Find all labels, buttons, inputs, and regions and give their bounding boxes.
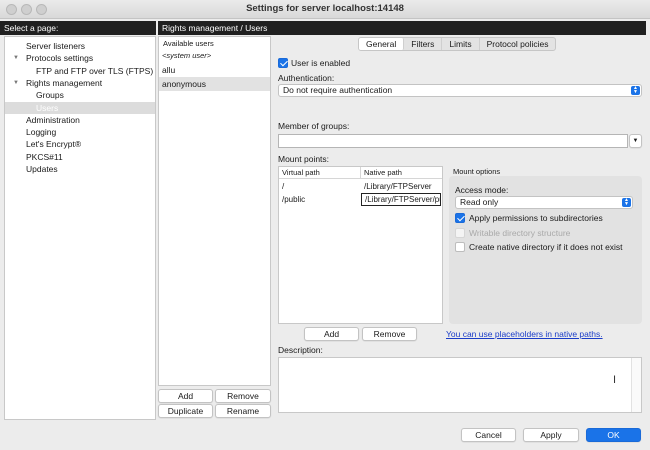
user-enabled-checkbox[interactable] bbox=[278, 58, 288, 68]
access-mode-label: Access mode: bbox=[455, 185, 509, 195]
tree-item-label: Groups bbox=[36, 90, 64, 101]
access-mode-select[interactable]: Read only ▲ ▼ bbox=[455, 196, 633, 209]
cancel-button[interactable]: Cancel bbox=[461, 428, 516, 442]
rights-users-header: Rights management / Users bbox=[158, 21, 646, 35]
tree-item-users[interactable]: Users bbox=[5, 101, 155, 114]
window-title: Settings for server localhost:14148 bbox=[246, 3, 404, 14]
groups-dropdown-button[interactable]: ▼ bbox=[629, 134, 642, 148]
tree-item-logging[interactable]: Logging bbox=[5, 126, 155, 138]
tree-item-label: Rights management bbox=[26, 77, 103, 88]
mount-row-2-virtual[interactable]: /public bbox=[279, 193, 361, 206]
mount-points-label: Mount points: bbox=[278, 154, 330, 164]
rename-user-button[interactable]: Rename bbox=[215, 404, 271, 418]
mount-row-2-native-editor[interactable]: /Library/FTPServer/public bbox=[361, 193, 441, 206]
add-mount-button[interactable]: Add bbox=[304, 327, 359, 341]
tree-item-label: Updates bbox=[26, 164, 58, 174]
tree-item-label: PKCS#11 bbox=[26, 151, 63, 162]
create-native-label: Create native directory if it does not e… bbox=[469, 242, 623, 252]
writable-structure-label: Writable directory structure bbox=[469, 228, 571, 238]
window-titlebar: Settings for server localhost:14148 bbox=[0, 0, 650, 19]
description-textarea[interactable]: I bbox=[278, 357, 642, 413]
tab-protocol-policies[interactable]: Protocol policies bbox=[480, 38, 556, 50]
mount-options-panel: Access mode: Read only ▲ ▼ Apply permissi… bbox=[449, 176, 642, 324]
tree-item-label: Let's Encrypt® bbox=[26, 139, 82, 150]
authentication-select[interactable]: Do not require authentication ▲ ▼ bbox=[278, 84, 642, 97]
user-settings-tabs: General Filters Limits Protocol policies bbox=[358, 37, 557, 51]
tree-item-label: FTP and FTP over TLS (FTPS) bbox=[36, 65, 154, 76]
create-native-checkbox[interactable] bbox=[455, 242, 465, 252]
user-list-item[interactable]: allu bbox=[159, 63, 270, 77]
text-cursor-icon: I bbox=[613, 374, 617, 386]
expand-arrow-icon[interactable]: ▼ bbox=[13, 77, 19, 89]
tab-filters[interactable]: Filters bbox=[404, 38, 443, 50]
select-arrows-icon: ▲ ▼ bbox=[622, 198, 631, 207]
page-tree[interactable]: Server listeners ▼ Protocols settings FTP a… bbox=[4, 36, 156, 420]
tree-item-label: Server listeners bbox=[26, 41, 86, 51]
chevron-down-icon: ▼ bbox=[632, 138, 639, 144]
available-users-list[interactable]: Available users <system user> allu anonymo… bbox=[158, 36, 271, 386]
column-header-virtual-path[interactable]: Virtual path bbox=[279, 167, 361, 179]
tree-item-label: Protocols settings bbox=[26, 53, 94, 64]
tree-item-label: Logging bbox=[26, 127, 57, 138]
apply-permissions-label: Apply permissions to subdirectories bbox=[469, 213, 603, 223]
writable-structure-checkbox[interactable] bbox=[455, 228, 465, 238]
tree-item-label: Administration bbox=[26, 114, 80, 125]
mount-options-title: Mount options bbox=[453, 167, 501, 176]
user-list-item[interactable]: <system user> bbox=[159, 49, 270, 63]
available-users-header: Available users bbox=[163, 39, 214, 48]
description-label: Description: bbox=[278, 345, 323, 355]
apply-button[interactable]: Apply bbox=[523, 428, 579, 442]
tree-item-pkcs-11[interactable]: PKCS#11 bbox=[5, 151, 155, 163]
tree-item-groups[interactable]: Groups bbox=[5, 89, 155, 101]
authentication-label: Authentication: bbox=[278, 73, 335, 83]
access-mode-value: Read only bbox=[460, 197, 499, 207]
user-list-item[interactable]: anonymous bbox=[159, 77, 270, 91]
placeholders-link[interactable]: You can use placeholders in native paths… bbox=[446, 329, 603, 339]
description-scrollbar[interactable] bbox=[631, 358, 641, 412]
tree-item-label: Users bbox=[36, 102, 59, 113]
mount-row-1-native[interactable]: /Library/FTPServer bbox=[361, 180, 442, 193]
select-arrows-icon: ▲ ▼ bbox=[631, 86, 640, 95]
authentication-value: Do not require authentication bbox=[283, 85, 393, 95]
duplicate-user-button[interactable]: Duplicate bbox=[158, 404, 213, 418]
expand-arrow-icon[interactable]: ▼ bbox=[13, 52, 19, 64]
apply-permissions-checkbox[interactable] bbox=[455, 213, 465, 223]
tree-item-administration[interactable]: Administration bbox=[5, 114, 155, 126]
member-of-groups-input[interactable] bbox=[278, 134, 628, 148]
tree-item-let-s-encrypt[interactable]: Let's Encrypt® bbox=[5, 138, 155, 150]
select-page-header: Select a page: bbox=[0, 21, 156, 35]
user-enabled-label: User is enabled bbox=[291, 58, 351, 68]
ok-button[interactable]: OK bbox=[586, 428, 641, 442]
mount-points-table[interactable]: Virtual path Native path / /Library/FTPS… bbox=[278, 166, 443, 324]
add-user-button[interactable]: Add bbox=[158, 389, 213, 403]
tree-item-server-listeners[interactable]: Server listeners bbox=[5, 40, 155, 52]
remove-user-button[interactable]: Remove bbox=[215, 389, 271, 403]
column-header-native-path[interactable]: Native path bbox=[361, 167, 442, 179]
tree-item-ftp-and-ftp-over-tls-ftps[interactable]: FTP and FTP over TLS (FTPS) bbox=[5, 65, 155, 77]
tab-general[interactable]: General bbox=[359, 38, 405, 50]
tab-limits[interactable]: Limits bbox=[442, 38, 480, 50]
tree-item-protocols-settings[interactable]: ▼ Protocols settings bbox=[5, 52, 155, 64]
tree-item-updates[interactable]: Updates bbox=[5, 163, 155, 175]
remove-mount-button[interactable]: Remove bbox=[362, 327, 417, 341]
member-of-groups-label: Member of groups: bbox=[278, 121, 350, 131]
mount-row-1-virtual[interactable]: / bbox=[279, 180, 361, 193]
tree-item-rights-management[interactable]: ▼ Rights management bbox=[5, 77, 155, 89]
